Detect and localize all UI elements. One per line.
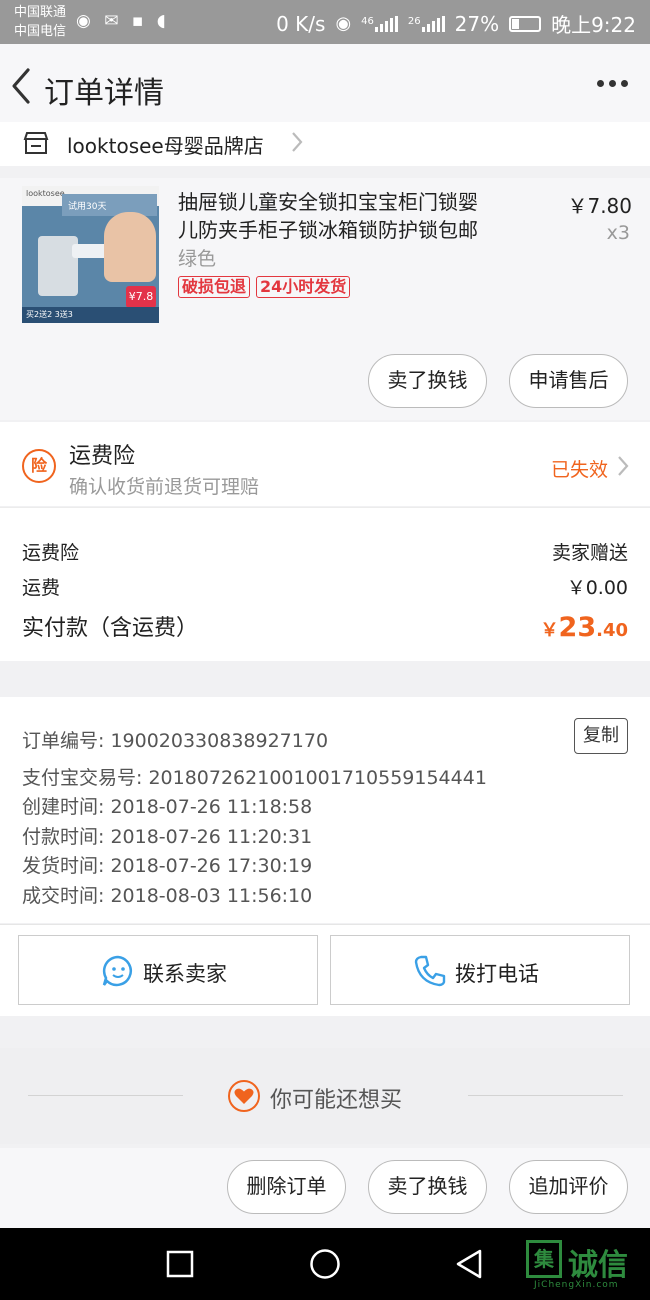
- fee-label: 运费险: [22, 542, 80, 564]
- product-quantity: x3: [606, 222, 630, 244]
- product-tags: 破损包退 24小时发货: [178, 276, 351, 298]
- created-time: 创建时间: 2018-07-26 11:18:58: [22, 796, 313, 818]
- net-speed: 0 K/s: [276, 11, 326, 36]
- android-nav-bar: 集 诚信 JiChengXin.com: [0, 1228, 650, 1300]
- status-bar: 中国联通 中国电信 ◉ ✉ ▪ ◖ 0 K/s ◉ 46 26 27% 晚上9:…: [0, 0, 650, 44]
- product-title[interactable]: 抽屉锁儿童安全锁扣宝宝柜门锁婴 儿防夹手柜子锁冰箱锁防护锁包邮: [178, 188, 518, 244]
- home-button[interactable]: [309, 1248, 341, 1280]
- fee-value: ￥0.00: [566, 577, 628, 599]
- heart-icon: [228, 1080, 260, 1112]
- carrier-2: 中国电信: [14, 24, 67, 39]
- fee-row: 运费 ￥0.00: [22, 573, 628, 600]
- total-amount: ￥23.40: [540, 612, 628, 643]
- call-label: 拨打电话: [455, 962, 539, 986]
- clock: 晚上9:22: [551, 13, 636, 37]
- image-price-badge: ¥7.8: [126, 286, 156, 308]
- notification-icons: ◉ ✉ ▪ ◖: [76, 11, 170, 31]
- product-variant: 绿色: [178, 248, 217, 270]
- insurance-icon: 险: [22, 449, 56, 483]
- completed-time: 成交时间: 2018-08-03 11:56:10: [22, 885, 313, 907]
- recommend-divider: 你可能还想买: [0, 1048, 650, 1144]
- more-dots-icon: [597, 80, 604, 87]
- order-info: 订单编号: 190020330838927170 复制 支付宝交易号: 2018…: [0, 697, 650, 923]
- total-row: 实付款（含运费） ￥23.40: [22, 610, 628, 643]
- product-price: ￥7.80: [567, 194, 632, 218]
- contact-seller-label: 联系卖家: [143, 962, 227, 986]
- delete-order-button[interactable]: 删除订单: [227, 1160, 346, 1214]
- alipay-trade-number: 支付宝交易号: 2018072621001001710559154441: [22, 767, 487, 789]
- sell-button[interactable]: 卖了换钱: [368, 354, 487, 408]
- chevron-left-icon: [12, 68, 30, 104]
- after-sale-button[interactable]: 申请售后: [509, 354, 628, 408]
- divider-line: [28, 1095, 183, 1096]
- battery-icon: [509, 15, 542, 32]
- chat-icon: [102, 955, 132, 987]
- carrier-1: 中国联通: [14, 5, 67, 20]
- store-icon: [23, 132, 49, 154]
- image-banner: 试用30天: [62, 194, 157, 216]
- tag-24h-ship: 24小时发货: [256, 276, 351, 298]
- order-number: 订单编号: 190020330838927170: [22, 730, 329, 752]
- page-title: 订单详情: [44, 76, 164, 111]
- signal-2-icon: 26: [408, 15, 445, 32]
- product-card: looktosee 试用30天 ¥7.8 买2送2 3送3 抽屉锁儿童安全锁扣宝…: [0, 178, 650, 420]
- phone-icon: [414, 955, 446, 987]
- back-nav-button[interactable]: [454, 1248, 484, 1280]
- fee-row: 运费险 卖家赠送: [22, 538, 628, 565]
- chevron-right-icon: [618, 456, 629, 476]
- more-button[interactable]: [597, 80, 628, 87]
- sell-button[interactable]: 卖了换钱: [368, 1160, 487, 1214]
- fee-summary: 运费险 卖家赠送 运费 ￥0.00 实付款（含运费） ￥23.40: [0, 507, 650, 661]
- call-button[interactable]: 拨打电话: [330, 935, 630, 1005]
- nav-bar: 订单详情: [0, 44, 650, 130]
- recommend-label: 你可能还想买: [270, 1088, 403, 1113]
- shipping-insurance-row[interactable]: 险 运费险 确认收货前退货可理赔 已失效: [0, 422, 650, 506]
- add-review-button[interactable]: 追加评价: [509, 1160, 628, 1214]
- tag-damage-return: 破损包退: [178, 276, 251, 298]
- recent-apps-button[interactable]: [166, 1250, 194, 1278]
- fee-label: 运费: [22, 577, 61, 599]
- baby-graphic: [104, 212, 156, 282]
- insurance-desc: 确认收货前退货可理赔: [69, 476, 260, 498]
- insurance-title: 运费险: [69, 444, 136, 469]
- signal-1-icon: 46: [361, 15, 398, 32]
- back-button[interactable]: [8, 66, 44, 106]
- copy-button[interactable]: 复制: [574, 718, 628, 754]
- contact-seller-button[interactable]: 联系卖家: [18, 935, 318, 1005]
- shop-name[interactable]: looktosee母婴品牌店: [67, 130, 264, 159]
- watermark-logo: 集 诚信 JiChengXin.com: [526, 1240, 646, 1292]
- total-label: 实付款（含运费）: [22, 616, 199, 641]
- product-image[interactable]: looktosee 试用30天 ¥7.8 买2送2 3送3: [22, 186, 159, 323]
- order-actions: 删除订单 卖了换钱 追加评价: [0, 1148, 650, 1228]
- paid-time: 付款时间: 2018-07-26 11:20:31: [22, 826, 313, 848]
- insurance-status: 已失效: [550, 459, 608, 481]
- shop-row[interactable]: looktosee母婴品牌店: [0, 122, 650, 166]
- status-right: 0 K/s ◉ 46 26 27% 晚上9:22: [276, 9, 636, 38]
- shipped-time: 发货时间: 2018-07-26 17:30:19: [22, 855, 313, 877]
- divider-line: [468, 1095, 623, 1096]
- contact-bar: 联系卖家 拨打电话: [0, 924, 650, 1016]
- fee-value: 卖家赠送: [551, 542, 628, 564]
- eye-icon: ◉: [335, 13, 352, 34]
- chevron-right-icon: [292, 132, 303, 152]
- battery-percent: 27%: [454, 11, 500, 36]
